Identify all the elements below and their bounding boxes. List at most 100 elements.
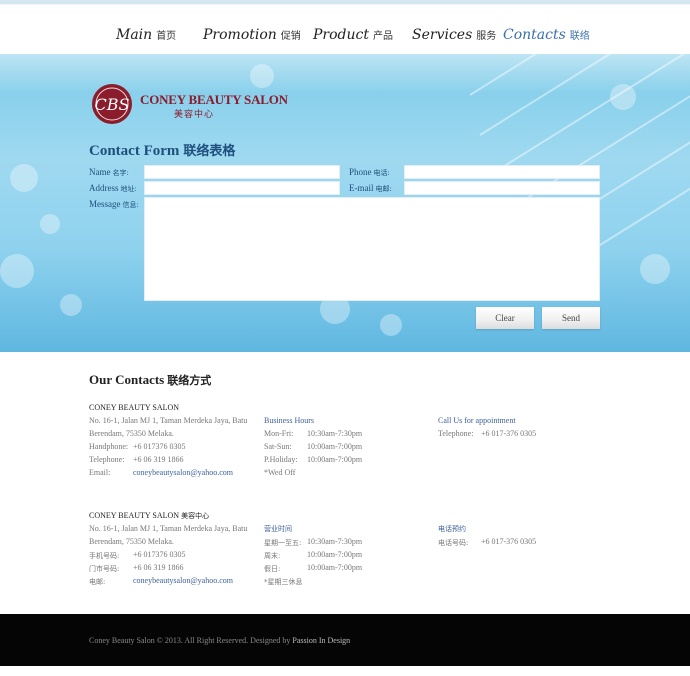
bokeh-light <box>60 294 82 316</box>
email-label-en: E-mail <box>349 183 374 193</box>
our-contacts-title: Our Contacts 联络方式 <box>89 372 211 388</box>
top-accent-line-light <box>0 4 690 5</box>
nav-item-contacts[interactable]: Contacts 联络 <box>503 24 590 43</box>
message-label-en: Message <box>89 199 121 209</box>
phone-label: Phone 电话: <box>349 167 390 178</box>
page-footer: Coney Beauty Salon © 2013. All Right Res… <box>0 614 690 666</box>
footer-copyright: Coney Beauty Salon © 2013. All Right Res… <box>89 636 350 645</box>
bokeh-light <box>10 164 38 192</box>
message-field[interactable] <box>144 197 600 301</box>
nav-item-label: Promotion <box>203 27 277 43</box>
email-label-text: 电邮: <box>89 578 106 586</box>
hours-time: 10:30am-7:30pm <box>307 429 363 438</box>
clear-button[interactable]: Clear <box>476 307 534 329</box>
email-label-text: Email: <box>89 468 111 477</box>
hours-time: 10:00am-7:00pm <box>307 550 363 559</box>
appointment-label: Telephone: <box>438 429 474 438</box>
nav-item-label: Contacts <box>503 27 566 43</box>
hours-time: 10:00am-7:00pm <box>307 455 363 464</box>
address-field[interactable] <box>144 181 340 195</box>
appointment-title: Call Us for appointment <box>438 416 516 425</box>
nav-item-label-zh: 服务 <box>476 31 497 42</box>
our-contacts-title-zh: 联络方式 <box>167 374 212 387</box>
nav-item-main[interactable]: Main 首页 <box>116 24 176 43</box>
phone-label-en: Phone <box>349 167 372 177</box>
contact-form-title-en: Contact Form <box>89 143 180 159</box>
appointment-title: 电话预约 <box>438 525 466 533</box>
name-label-en: Name <box>89 167 111 177</box>
bokeh-light <box>380 314 402 336</box>
address-line-2: Berendam, 75350 Melaka. <box>89 537 174 546</box>
nav-item-promotion[interactable]: Promotion 促销 <box>203 24 301 43</box>
hours-day: 假日: <box>264 565 281 573</box>
address-line-1: No. 16-1, Jalan MJ 1, Taman Merdeka Jaya… <box>89 416 248 425</box>
send-button[interactable]: Send <box>542 307 600 329</box>
email-label: E-mail 电邮: <box>349 183 392 194</box>
nav-item-label: Services <box>412 27 473 43</box>
telephone-value: +6 06 319 1866 <box>133 455 184 464</box>
hours-day: Mon-Fri: <box>264 429 294 438</box>
company-name: CONEY BEAUTY SALON <box>89 403 180 412</box>
hours-day: 星期一至五: <box>264 539 302 547</box>
company-name-zh: CONEY BEAUTY SALON 美容中心 <box>89 511 209 521</box>
hours-day: Sat-Sun: <box>264 442 292 451</box>
address-label: Address 地址: <box>89 183 137 194</box>
copyright-text: Coney Beauty Salon © 2013. All Right Res… <box>89 636 291 645</box>
nav-item-label-zh: 产品 <box>373 31 393 42</box>
email-link[interactable]: coneybeautysalon@yahoo.com <box>133 468 233 477</box>
handphone-label: Handphone: <box>89 442 129 451</box>
name-label: Name 名字: <box>89 167 129 178</box>
bokeh-light <box>250 64 274 88</box>
nav-item-services[interactable]: Services 服务 <box>412 24 496 43</box>
logo-name: CONEY BEAUTY SALON <box>140 92 288 107</box>
nav-item-product[interactable]: Product 产品 <box>313 24 393 43</box>
designer-link[interactable]: Passion In Design <box>292 636 350 645</box>
email-label-zh: 电邮: <box>375 185 392 193</box>
telephone-label: 门市号码: <box>89 565 120 573</box>
message-label: Message 信息: <box>89 199 139 210</box>
hours-day: 周末: <box>264 552 281 560</box>
main-nav: Main 首页 Promotion 促销 Product 产品 Services 服务 … <box>0 24 690 48</box>
nav-item-label-zh: 首页 <box>156 31 177 42</box>
appointment-label: 电话号码: <box>438 539 469 547</box>
company-name-en-part: CONEY BEAUTY SALON <box>89 511 180 520</box>
bokeh-light <box>640 254 670 284</box>
email-field[interactable] <box>404 181 600 195</box>
address-label-en: Address <box>89 183 119 193</box>
nav-item-label: Product <box>313 27 369 43</box>
telephone-value: +6 06 319 1866 <box>133 563 184 572</box>
message-label-zh: 信息: <box>122 201 139 209</box>
logo-subtitle: 美容中心 <box>174 110 215 120</box>
nav-item-label-zh: 促销 <box>280 31 301 42</box>
hours-time: 10:30am-7:30pm <box>307 537 363 546</box>
our-contacts-title-en: Our Contacts <box>89 372 165 387</box>
handphone-value: +6 017376 0305 <box>133 442 186 451</box>
contact-form-title: Contact Form 联络表格 <box>89 140 235 160</box>
nav-item-label-zh: 联络 <box>569 31 590 42</box>
address-line-1: No. 16-1, Jalan MJ 1, Taman Merdeka Jaya… <box>89 524 248 533</box>
contact-form-title-zh: 联络表格 <box>183 144 236 159</box>
company-name-zh-part: 美容中心 <box>181 512 210 520</box>
email-link[interactable]: coneybeautysalon@yahoo.com <box>133 576 233 585</box>
phone-field[interactable] <box>404 165 600 179</box>
hours-day: P.Holiday: <box>264 455 298 464</box>
bokeh-light <box>0 254 34 288</box>
address-line-2: Berendam, 75350 Melaka. <box>89 429 174 438</box>
logo-initials: CBS <box>95 95 130 114</box>
name-label-zh: 名字: <box>112 169 129 177</box>
business-hours-title: 营业时间 <box>264 525 292 533</box>
appointment-number: +6 017-376 0305 <box>481 429 537 438</box>
logo-emblem-icon: CBS <box>92 84 132 124</box>
handphone-label: 手机号码: <box>89 552 120 560</box>
business-hours-title: Business Hours <box>264 416 315 425</box>
bokeh-light <box>40 214 60 234</box>
appointment-number: +6 017-376 0305 <box>481 537 537 546</box>
hours-time: 10:00am-7:00pm <box>307 442 363 451</box>
handphone-value: +6 017376 0305 <box>133 550 186 559</box>
hours-note: *星期三休息 <box>264 578 303 586</box>
telephone-label: Telephone: <box>89 455 125 464</box>
name-field[interactable] <box>144 165 340 179</box>
nav-item-label: Main <box>116 27 153 43</box>
address-label-zh: 地址: <box>120 185 137 193</box>
hours-note: *Wed Off <box>264 468 296 477</box>
